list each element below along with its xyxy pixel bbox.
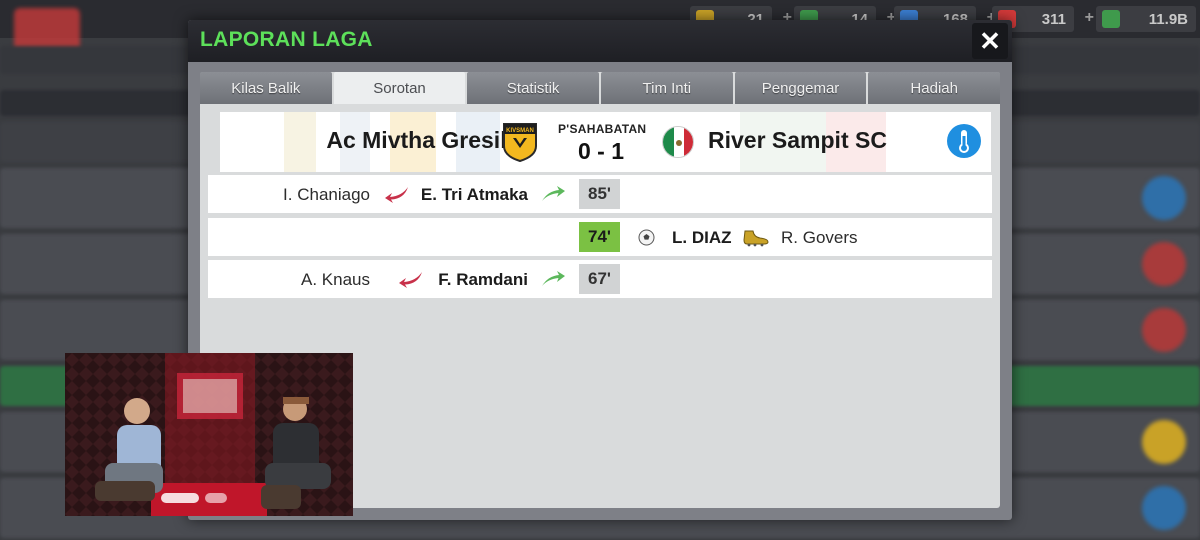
mexico-flag-icon xyxy=(662,126,694,158)
away-team-name[interactable]: River Sampit SC xyxy=(708,127,887,154)
event-row-substitution: I. Chaniago E. Tri Atmaka 85' xyxy=(208,175,992,213)
sub-on-arrow-icon xyxy=(542,271,565,286)
tab-penggemar[interactable]: Penggemar xyxy=(734,72,867,104)
home-kit-stripe xyxy=(284,112,316,172)
resource-cash[interactable]: 11.9B xyxy=(1096,6,1196,32)
assist-boot-icon xyxy=(743,230,769,247)
thermometer-icon xyxy=(959,130,969,153)
match-header: Ac Mivtha Gresik KIVSMAN P'SAHABATAN 0 -… xyxy=(220,112,991,172)
dialog-header: LAPORAN LAGA ✕ xyxy=(188,20,1012,62)
tab-bar: Kilas Balik Sorotan Statistik Tim Inti P… xyxy=(200,72,1001,104)
thermometer-button[interactable] xyxy=(947,124,981,158)
player-off[interactable]: A. Knaus xyxy=(301,270,370,290)
sub-off-arrow-icon xyxy=(399,272,422,288)
sub-on-arrow-icon xyxy=(542,186,565,201)
home-team-name[interactable]: Ac Mivtha Gresik xyxy=(326,127,513,154)
event-row-goal: 74' L. DIAZ R. Govers xyxy=(208,218,992,256)
background-button xyxy=(1142,308,1186,352)
close-icon: ✕ xyxy=(979,25,1001,56)
competition-label: P'SAHABATAN xyxy=(558,122,647,136)
background-button xyxy=(1142,242,1186,286)
event-minute: 85' xyxy=(579,179,620,209)
goal-minute: 74' xyxy=(579,222,620,252)
add-flags-icon[interactable]: + xyxy=(1085,9,1094,27)
event-minute: 67' xyxy=(579,264,620,294)
close-button[interactable]: ✕ xyxy=(972,23,1008,59)
dialog-title: LAPORAN LAGA xyxy=(200,28,373,51)
sub-off-arrow-icon xyxy=(385,187,408,203)
cash-icon xyxy=(1102,10,1120,28)
background-button xyxy=(1142,420,1186,464)
player-on[interactable]: E. Tri Atmaka xyxy=(421,185,528,205)
background-button xyxy=(1142,176,1186,220)
video-overlay[interactable] xyxy=(65,353,353,516)
home-badge-text: KIVSMAN xyxy=(506,128,534,134)
match-score: 0 - 1 xyxy=(577,138,625,164)
tab-kilas-balik[interactable]: Kilas Balik xyxy=(200,72,332,104)
video-frame-image xyxy=(65,353,353,516)
home-team-badge-icon: KIVSMAN xyxy=(503,123,537,162)
background-button xyxy=(1142,486,1186,530)
tab-statistik[interactable]: Statistik xyxy=(467,72,600,104)
background-title xyxy=(100,10,105,31)
tab-sorotan[interactable]: Sorotan xyxy=(333,72,466,104)
tab-tim-inti[interactable]: Tim Inti xyxy=(601,72,733,104)
tab-hadiah[interactable]: Hadiah xyxy=(868,72,1001,104)
event-row-substitution: A. Knaus F. Ramdani 67' xyxy=(208,260,992,298)
player-off[interactable]: I. Chaniago xyxy=(283,185,370,205)
football-icon xyxy=(638,229,655,246)
assist-player[interactable]: R. Govers xyxy=(781,228,858,248)
goal-scorer[interactable]: L. DIAZ xyxy=(672,228,732,248)
player-on[interactable]: F. Ramdani xyxy=(438,270,528,290)
